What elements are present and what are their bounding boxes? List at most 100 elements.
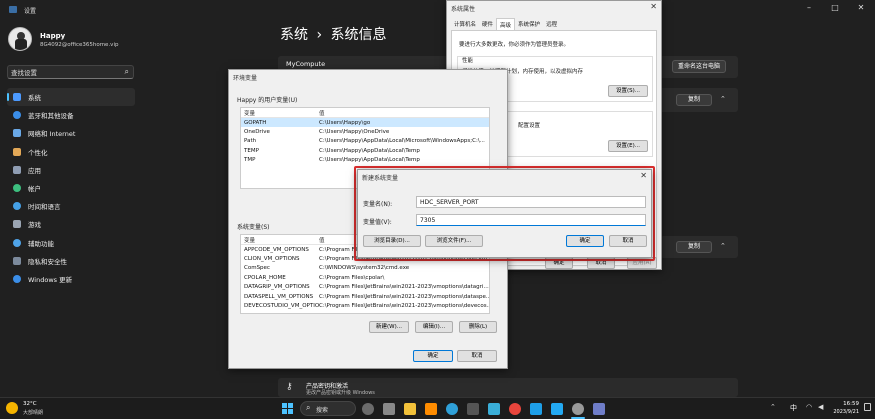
newvar-cancel-button[interactable]: 取消 bbox=[609, 235, 647, 247]
key-icon: ⚷ bbox=[286, 382, 293, 392]
rename-pc-button[interactable]: 重命名这台电脑 bbox=[672, 60, 726, 73]
search-icon[interactable]: ⌕ bbox=[125, 67, 129, 77]
globe-icon bbox=[13, 202, 21, 211]
profile-settings-button[interactable]: 设置(E)... bbox=[608, 140, 648, 152]
weather-temp[interactable]: 32°C bbox=[23, 401, 37, 407]
bluetooth-icon bbox=[13, 111, 21, 120]
minimize-icon[interactable]: – bbox=[800, 2, 818, 14]
store-icon[interactable] bbox=[467, 403, 479, 415]
edit-variable-button[interactable]: 编辑(I)... bbox=[415, 321, 453, 333]
browse-file-button[interactable]: 浏览文件(F)... bbox=[425, 235, 483, 247]
system-properties-taskbar-icon[interactable] bbox=[593, 403, 605, 415]
new-variable-button[interactable]: 新建(W)... bbox=[369, 321, 409, 333]
volume-icon[interactable]: ◀ bbox=[818, 403, 823, 411]
taskbar: 32°C 大部晴朗 ⌕ 搜索 ⌃ 中 ◠ ◀ 16:59 2023/9/21 bbox=[0, 397, 875, 419]
sidebar-item-network[interactable]: 网络和 Internet bbox=[7, 124, 135, 142]
breadcrumb: 系统 › 系统信息 bbox=[280, 24, 387, 44]
app-icon[interactable] bbox=[530, 403, 542, 415]
browse-directory-button[interactable]: 浏览目录(D)... bbox=[363, 235, 421, 247]
sidebar-item-privacy[interactable]: 隐私和安全性 bbox=[7, 252, 135, 270]
variable-value-label: 变量值(V): bbox=[363, 219, 392, 226]
table-row[interactable]: DATASPELL_VM_OPTIONS C:\Program Files\Jet… bbox=[241, 292, 489, 301]
sidebar-item-system[interactable]: 系统 bbox=[7, 88, 135, 107]
taskbar-search-label: 搜索 bbox=[316, 407, 329, 414]
user-name: Happy bbox=[40, 32, 66, 40]
variable-name-input[interactable]: HDC_SERVER_PORT bbox=[416, 196, 646, 208]
system-vars-section-title: 系统变量(S) bbox=[237, 224, 270, 231]
performance-title: 性能 bbox=[462, 58, 474, 64]
copy-button-1[interactable]: 复制 bbox=[676, 94, 712, 106]
table-row[interactable]: DATAGRIP_VM_OPTIONS C:\Program Files\JetB… bbox=[241, 283, 489, 292]
search-icon: ⌕ bbox=[306, 403, 311, 412]
taskbar-search[interactable]: ⌕ 搜索 bbox=[300, 401, 356, 416]
sidebar-item-accounts[interactable]: 帐户 bbox=[7, 179, 135, 197]
close-icon[interactable]: ✕ bbox=[640, 171, 647, 180]
performance-settings-button[interactable]: 设置(S)... bbox=[608, 85, 648, 97]
profile-desc: 配置设置 bbox=[518, 123, 541, 129]
notification-icon[interactable] bbox=[864, 403, 871, 411]
new-system-variable-dialog: 新建系统变量 ✕ 变量名(N): HDC_SERVER_PORT 变量值(V):… bbox=[357, 169, 652, 258]
copy-button-2[interactable]: 复制 bbox=[676, 241, 712, 253]
sidebar-item-apps[interactable]: 应用 bbox=[7, 161, 135, 179]
device-name: MyCompute bbox=[286, 60, 326, 68]
envvars-ok-button[interactable]: 确定 bbox=[413, 350, 453, 362]
table-row[interactable]: CPOLAR_HOME C:\Program Files\cpolar\ bbox=[241, 273, 489, 282]
clock-time[interactable]: 16:59 bbox=[835, 401, 859, 407]
shield-icon bbox=[13, 256, 21, 265]
delete-variable-button[interactable]: 删除(L) bbox=[459, 321, 497, 333]
maximize-icon[interactable]: □ bbox=[826, 2, 844, 14]
chrome-icon[interactable] bbox=[509, 403, 521, 415]
close-icon[interactable]: ✕ bbox=[852, 2, 870, 14]
vscode-icon[interactable] bbox=[551, 403, 563, 415]
sidebar-item-personalization[interactable]: 个性化 bbox=[7, 143, 135, 161]
clock-date[interactable]: 2023/9/21 bbox=[829, 409, 859, 415]
weather-desc[interactable]: 大部晴朗 bbox=[23, 409, 43, 416]
admin-note: 要进行大多数更改，你必须作为管理员登录。 bbox=[459, 42, 570, 48]
sidebar-item-bluetooth[interactable]: 蓝牙和其他设备 bbox=[7, 106, 135, 124]
task-view-icon[interactable] bbox=[383, 403, 395, 415]
sidebar-item-windows-update[interactable]: Windows 更新 bbox=[7, 270, 135, 288]
edge-icon[interactable] bbox=[446, 403, 458, 415]
office-icon[interactable] bbox=[425, 403, 437, 415]
app-icon[interactable] bbox=[488, 403, 500, 415]
col-variable[interactable]: 变量 bbox=[241, 109, 319, 117]
close-icon[interactable]: ✕ bbox=[650, 2, 657, 11]
chevron-up-icon[interactable]: ⌃ bbox=[720, 95, 726, 103]
table-row[interactable]: Path C:\Users\Happy\AppData\Local\Microso… bbox=[241, 137, 489, 146]
chevron-up-icon[interactable]: ⌃ bbox=[770, 403, 776, 411]
newvar-ok-button[interactable]: 确定 bbox=[566, 235, 604, 247]
windows-start-icon[interactable] bbox=[282, 403, 293, 414]
table-row[interactable]: TEMP C:\Users\Happy\AppData\Local\Temp bbox=[241, 146, 489, 155]
breadcrumb-separator: › bbox=[316, 27, 323, 43]
table-row[interactable]: DEVECOSTUDIO_VM_OPTIONS C:\Program Files\… bbox=[241, 301, 489, 310]
sysprops-title: 系统属性 bbox=[451, 6, 476, 13]
file-explorer-icon[interactable] bbox=[404, 403, 416, 415]
wifi-icon[interactable]: ◠ bbox=[806, 403, 812, 411]
variable-value-input[interactable]: 7305 bbox=[416, 214, 646, 226]
sidebar-item-gaming[interactable]: 游戏 bbox=[7, 215, 135, 233]
envvars-title: 环境变量 bbox=[233, 75, 258, 82]
table-row[interactable]: GOPATH C:\Users\Happy\go bbox=[241, 118, 489, 128]
update-icon bbox=[13, 274, 21, 283]
col-value[interactable]: 值 bbox=[319, 109, 489, 117]
breadcrumb-parent[interactable]: 系统 bbox=[280, 27, 308, 43]
table-row[interactable]: TMP C:\Users\Happy\AppData\Local\Temp bbox=[241, 156, 489, 165]
settings-search[interactable]: ⌕ bbox=[7, 65, 134, 79]
sidebar-item-time-language[interactable]: 时间和语言 bbox=[7, 197, 135, 215]
input-language[interactable]: 中 bbox=[790, 403, 797, 413]
chevron-up-icon[interactable]: ⌃ bbox=[720, 242, 726, 250]
table-row[interactable]: ComSpec C:\WINDOWS\system32\cmd.exe bbox=[241, 264, 489, 273]
sidebar-item-accessibility[interactable]: 辅助功能 bbox=[7, 234, 135, 252]
envvars-cancel-button[interactable]: 取消 bbox=[457, 350, 497, 362]
settings-gear-icon[interactable] bbox=[572, 403, 584, 415]
product-key-card[interactable]: ⚷ 产品密钥和激活 更改产品密钥或升级 Windows bbox=[278, 378, 738, 397]
search-input[interactable] bbox=[11, 67, 119, 78]
avatar[interactable] bbox=[8, 27, 32, 51]
copilot-icon[interactable] bbox=[362, 403, 374, 415]
table-row[interactable]: OneDrive C:\Users\Happy\OneDrive bbox=[241, 127, 489, 136]
page-title: 系统信息 bbox=[330, 27, 387, 43]
product-key-subtitle: 更改产品密钥或升级 Windows bbox=[306, 390, 375, 396]
weather-sun-icon[interactable] bbox=[6, 402, 18, 414]
col-variable[interactable]: 变量 bbox=[241, 236, 319, 244]
user-email: 8G4092@office365home.vip bbox=[40, 42, 119, 48]
